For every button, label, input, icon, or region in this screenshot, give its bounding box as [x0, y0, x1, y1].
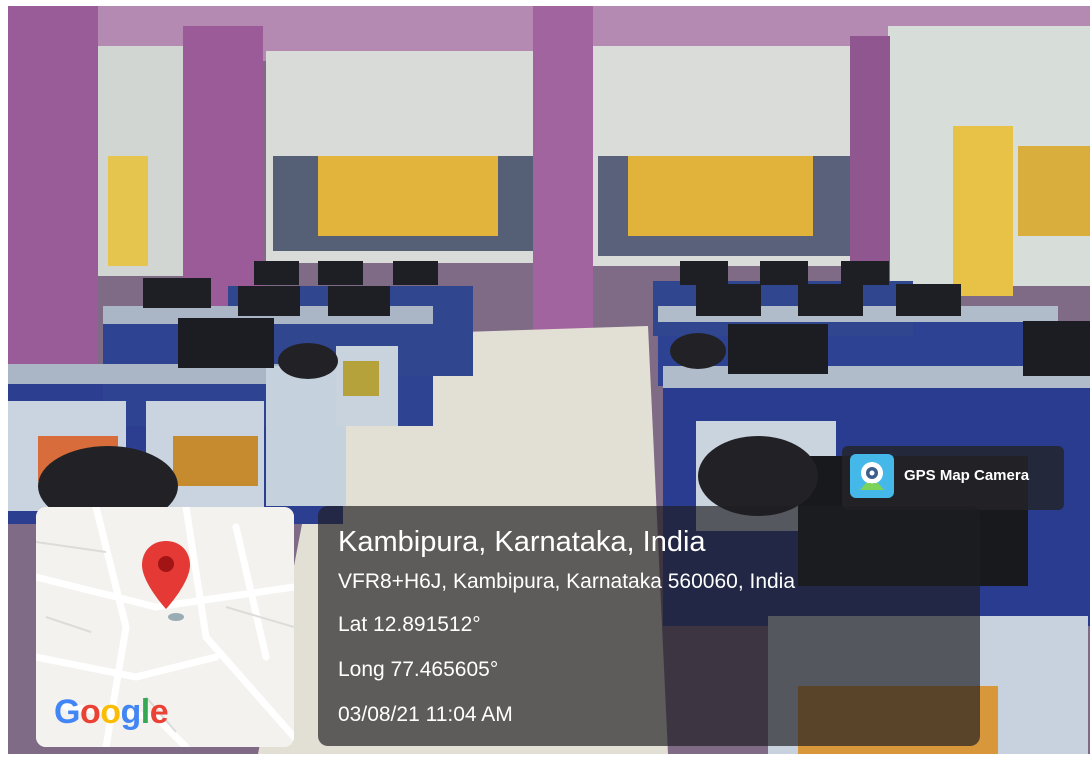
address-text: VFR8+H6J, Kambipura, Karnataka 560060, I… — [338, 570, 796, 593]
google-logo: Google — [54, 693, 169, 731]
place-name: Kambipura, Karnataka, India — [338, 526, 706, 558]
latitude-text: Lat 12.891512° — [338, 613, 481, 636]
camera-pin-icon — [850, 454, 894, 498]
gps-map-camera-badge: GPS Map Camera — [842, 446, 1064, 510]
datetime-text: 03/08/21 11:04 AM — [338, 703, 513, 726]
location-info-panel: Kambipura, Karnataka, India VFR8+H6J, Ka… — [318, 506, 980, 746]
map-pin-icon — [140, 537, 200, 632]
badge-label: GPS Map Camera — [904, 467, 1030, 484]
longitude-text: Long 77.465605° — [338, 658, 499, 681]
map-thumbnail: Google — [36, 507, 294, 747]
